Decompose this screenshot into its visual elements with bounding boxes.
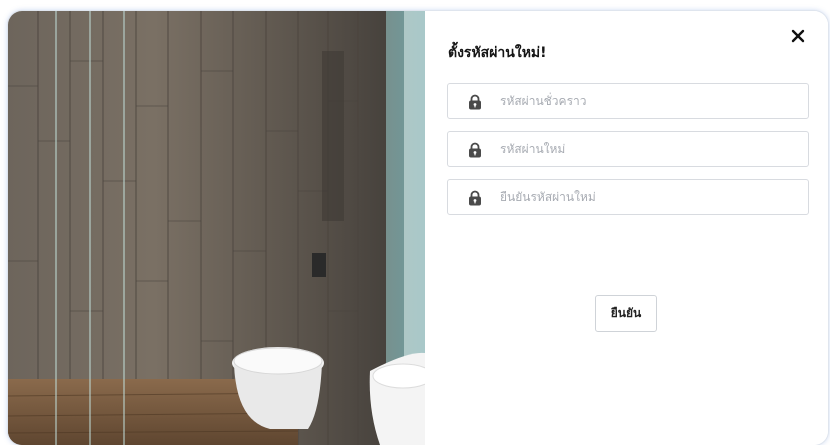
temporary-password-input[interactable]	[500, 84, 800, 118]
new-password-field[interactable]	[447, 131, 809, 167]
confirm-button[interactable]: ยืนยัน	[595, 295, 657, 332]
confirm-password-field[interactable]	[447, 179, 809, 215]
dialog-title: ตั้งรหัสผ่านใหม่!	[448, 45, 547, 61]
lock-icon	[469, 94, 481, 110]
bathroom-photo	[8, 11, 425, 445]
confirm-password-input[interactable]	[500, 180, 800, 214]
temporary-password-field[interactable]	[447, 83, 809, 119]
form-panel: ตั้งรหัสผ่านใหม่! ยืนยัน	[425, 11, 828, 445]
lock-icon	[469, 142, 481, 158]
lock-icon	[469, 190, 481, 206]
new-password-input[interactable]	[500, 132, 800, 166]
reset-password-dialog: ตั้งรหัสผ่านใหม่! ยืนยัน	[8, 11, 828, 445]
close-icon[interactable]	[787, 25, 809, 47]
